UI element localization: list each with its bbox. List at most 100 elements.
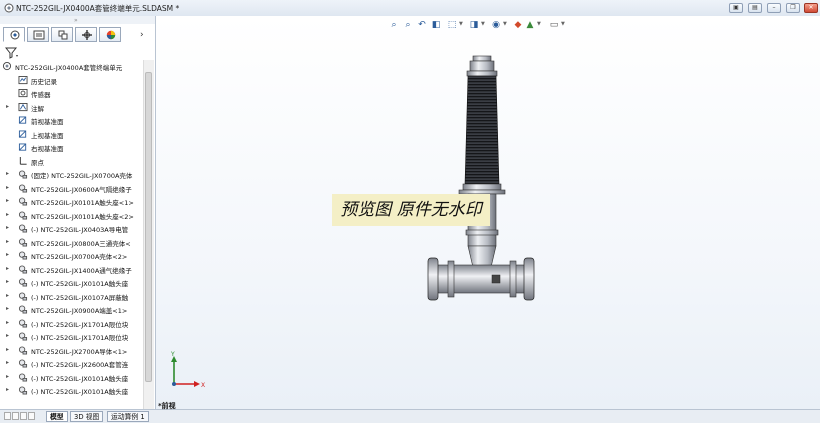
- section-view-icon[interactable]: ◧: [430, 19, 442, 31]
- tree-item-label: NTC-252GIL-JX2700A导体<1>: [31, 347, 128, 356]
- tree-item[interactable]: ▸ (-) NTC-252GIL-JX1701A限位块: [0, 330, 143, 343]
- annotation-icon: [18, 102, 28, 111]
- tree-item-label: NTC-252GIL-JX0101A触头座<1>: [31, 199, 134, 207]
- tab-dimxpert[interactable]: [75, 27, 97, 42]
- tree-scroll-thumb[interactable]: [145, 72, 152, 382]
- view-orientation-dropdown-icon[interactable]: ▼: [459, 21, 463, 27]
- expand-arrow-icon[interactable]: ▸: [6, 332, 9, 339]
- tree-item-label: 注解: [31, 104, 44, 113]
- minimize-button[interactable]: –: [767, 3, 781, 13]
- display-style-icon[interactable]: ◨: [468, 19, 480, 31]
- tree-item[interactable]: ▸ (固定) NTC-252GIL-JX0700A壳体: [0, 168, 143, 181]
- hide-show-icon[interactable]: ◉: [490, 19, 502, 31]
- expand-arrow-icon[interactable]: ▸: [6, 359, 9, 366]
- graphics-viewport[interactable]: ⌕ ⌕ ↶ ◧ ⬚ ▼ ◨ ▼ ◉ ▼ ◆ ▲ ▼ ▭ ▼ 预览图 原件无水印 …: [156, 16, 820, 410]
- tree-item-label: (-) NTC-252GIL-JX1701A限位块: [31, 320, 129, 329]
- component-icon: [18, 345, 28, 355]
- edit-appearance-icon[interactable]: ◆: [512, 19, 524, 31]
- tab-featuremanager[interactable]: [3, 27, 25, 42]
- tab-motion-study[interactable]: 运动算例 1: [107, 411, 149, 422]
- display-style-dropdown-icon[interactable]: ▼: [481, 21, 485, 27]
- tree-item-label: 历史记录: [31, 77, 57, 86]
- tree-item[interactable]: ▸ NTC-252GIL-JX0900A端盖<1>: [0, 303, 143, 316]
- tree-item[interactable]: 上视基准面: [0, 128, 143, 141]
- tree-item[interactable]: ▸ (-) NTC-252GIL-JX2600A套管连: [0, 357, 143, 370]
- expand-arrow-icon[interactable]: ▸: [6, 278, 9, 285]
- prev-tab-icon[interactable]: [12, 412, 19, 420]
- expand-arrow-icon[interactable]: ▸: [6, 319, 9, 326]
- expand-arrow-icon[interactable]: ▸: [6, 373, 9, 380]
- component-icon: [18, 251, 28, 260]
- view-orientation-icon[interactable]: ⬚: [446, 19, 458, 31]
- expand-arrow-icon[interactable]: ▸: [6, 197, 9, 204]
- scene-dropdown-icon[interactable]: ▼: [537, 21, 541, 27]
- tab-configurationmanager[interactable]: [51, 27, 73, 42]
- view-name-label: *前视: [158, 402, 176, 410]
- chevron-right-icon[interactable]: ›: [140, 30, 144, 40]
- restore-down-button[interactable]: ❐: [786, 3, 800, 13]
- tree-item[interactable]: 传感器: [0, 87, 143, 100]
- expand-arrow-icon[interactable]: ▸: [6, 238, 9, 245]
- component-icon: [18, 183, 28, 193]
- tree-item-label: 右视基准面: [31, 145, 64, 153]
- expand-arrow-icon[interactable]: ▸: [6, 386, 9, 393]
- next-tab-icon[interactable]: [20, 412, 27, 420]
- tree-item[interactable]: 原点: [0, 155, 143, 168]
- tree-vertical-scrollbar[interactable]: [143, 60, 154, 412]
- tab-propertymanager[interactable]: [27, 27, 49, 42]
- tree-item[interactable]: ▸ (-) NTC-252GIL-JX0101A触头座: [0, 371, 143, 384]
- zoom-area-icon[interactable]: ⌕: [402, 19, 414, 31]
- last-tab-icon[interactable]: [28, 412, 35, 420]
- tree-item[interactable]: ▸ NTC-252GIL-JX0700A壳体<2>: [0, 249, 143, 262]
- scene-icon[interactable]: ▲: [524, 19, 536, 31]
- tree-item[interactable]: ▸ NTC-252GIL-JX0101A触头座<1>: [0, 195, 143, 208]
- tree-item[interactable]: ▸ NTC-252GIL-JX2700A导体<1>: [0, 344, 143, 357]
- expand-arrow-icon[interactable]: ▸: [6, 305, 9, 312]
- window-title: NTC-252GIL-JX0400A套管终端单元.SLDASM *: [16, 4, 180, 13]
- tree-item[interactable]: 历史记录: [0, 74, 143, 87]
- expand-arrow-icon[interactable]: ▸: [6, 292, 9, 299]
- expand-arrow-icon[interactable]: ▸: [6, 265, 9, 272]
- tree-item[interactable]: ▸ NTC-252GIL-JX0800A三通壳体<: [0, 236, 143, 249]
- view-settings-dropdown-icon[interactable]: ▼: [561, 21, 565, 27]
- previous-view-icon[interactable]: ↶: [416, 19, 428, 31]
- tab-3d-view[interactable]: 3D 视图: [70, 411, 104, 422]
- tree-item-label: 前视基准面: [31, 118, 64, 126]
- tree-item[interactable]: ▸ NTC-252GIL-JX0600A气隔绝缘子: [0, 182, 143, 195]
- tree-item[interactable]: ▸ (-) NTC-252GIL-JX0107A屏蔽触: [0, 290, 143, 303]
- zoom-to-fit-icon[interactable]: ⌕: [388, 19, 400, 31]
- component-icon: [18, 170, 28, 179]
- reference-triad[interactable]: Y X: [168, 350, 208, 390]
- tree-item[interactable]: ▸ NTC-252GIL-JX1400A通气绝缘子: [0, 263, 143, 276]
- tree-item[interactable]: 右视基准面: [0, 141, 143, 154]
- expand-arrow-icon[interactable]: ▸: [6, 103, 9, 110]
- expand-arrow-icon[interactable]: ▸: [6, 211, 9, 218]
- expand-arrow-icon[interactable]: ▸: [6, 251, 9, 258]
- tree-item[interactable]: ▸ 注解: [0, 101, 143, 114]
- close-button[interactable]: ✕: [804, 3, 818, 13]
- tree-item[interactable]: ▸ (-) NTC-252GIL-JX1701A限位块: [0, 317, 143, 330]
- panel-grip[interactable]: »: [0, 16, 155, 24]
- expand-arrow-icon[interactable]: ▸: [6, 224, 9, 231]
- tree-item[interactable]: ▸ (-) NTC-252GIL-JX0403A导电管: [0, 222, 143, 235]
- expand-arrow-icon[interactable]: ▸: [6, 346, 9, 353]
- hide-show-dropdown-icon[interactable]: ▼: [503, 21, 507, 27]
- tree-item[interactable]: ▸ (-) NTC-252GIL-JX0101A触头座: [0, 384, 143, 397]
- tile-icon[interactable]: ▤: [748, 3, 762, 13]
- tree-item[interactable]: ▸ NTC-252GIL-JX0101A触头座<2>: [0, 209, 143, 222]
- view-settings-icon[interactable]: ▭: [548, 19, 560, 31]
- restore-icon[interactable]: ▣: [729, 3, 743, 13]
- tab-display-manager[interactable]: [99, 27, 121, 42]
- tab-model[interactable]: 模型: [46, 411, 68, 422]
- solidworks-assembly-icon: [4, 3, 14, 13]
- filter-icon[interactable]: [5, 47, 19, 59]
- bottom-tab-bar: 模型 3D 视图 运动算例 1: [0, 409, 820, 423]
- expand-arrow-icon[interactable]: ▸: [6, 184, 9, 191]
- tree-item[interactable]: NTC-252GIL-JX0400A套管终端单元: [0, 60, 143, 73]
- expand-arrow-icon[interactable]: ▸: [6, 170, 9, 177]
- tree-item[interactable]: 前视基准面: [0, 114, 143, 127]
- tree-item-label: (-) NTC-252GIL-JX0101A触头座: [31, 388, 129, 396]
- first-tab-icon[interactable]: [4, 412, 11, 420]
- bushing-model[interactable]: [426, 54, 536, 319]
- tree-item[interactable]: ▸ (-) NTC-252GIL-JX0101A触头座: [0, 276, 143, 289]
